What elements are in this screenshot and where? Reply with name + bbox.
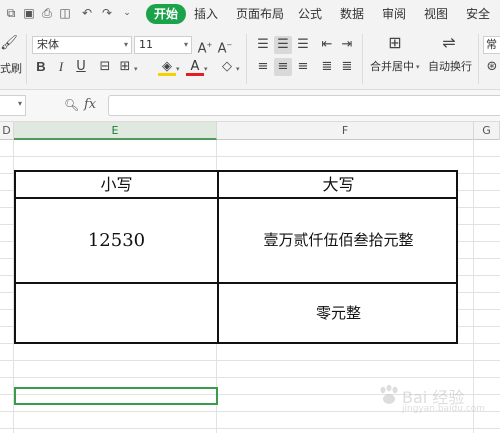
tab-page-layout[interactable]: 页面布局 bbox=[236, 6, 284, 22]
ribbon: 🖌 式刷 宋体 ▾ 11 ▾ A+ A− B I U ⊟ ⊞ ▾ ◈ ▾ A ▾… bbox=[0, 28, 500, 90]
format-painter-icon[interactable]: 🖌 bbox=[0, 34, 18, 52]
style-select[interactable]: 常 bbox=[483, 36, 500, 54]
chevron-down-icon[interactable]: ▾ bbox=[134, 65, 138, 73]
align-bottom-icon[interactable]: ☰ bbox=[294, 36, 312, 54]
tab-data[interactable]: 数据 bbox=[340, 6, 364, 22]
save-icon[interactable]: ▣ bbox=[22, 6, 36, 20]
align-right-icon[interactable]: ≡ bbox=[294, 58, 312, 76]
border-icon[interactable]: ⊞ bbox=[116, 58, 134, 76]
eraser-icon[interactable]: ◇ bbox=[218, 58, 236, 76]
header-uppercase-cell[interactable]: 大写 bbox=[219, 172, 458, 197]
font-size-value: 11 bbox=[139, 38, 153, 51]
bold-button[interactable]: B bbox=[32, 58, 50, 76]
column-header-f[interactable]: F bbox=[217, 122, 474, 140]
undo-icon[interactable]: ↶ bbox=[80, 6, 94, 20]
decrease-font-icon[interactable]: A− bbox=[216, 36, 234, 56]
print-preview-icon[interactable]: ◫ bbox=[58, 6, 72, 20]
underline-button[interactable]: U bbox=[72, 58, 90, 76]
merge-center-button[interactable]: 合并居中 bbox=[370, 60, 414, 74]
zoom-icon[interactable]: 🔍︎ bbox=[64, 98, 79, 112]
watermark-url: jingyan.baidu.com bbox=[402, 404, 486, 414]
chevron-down-icon[interactable]: ▾ bbox=[204, 65, 208, 73]
tab-insert[interactable]: 插入 bbox=[194, 6, 218, 22]
wrap-text-button[interactable]: 自动换行 bbox=[428, 60, 472, 74]
dropdown-icon[interactable]: ⌄ bbox=[120, 6, 134, 20]
amount-chinese-cell[interactable]: 壹万贰仟伍佰叁拾元整 bbox=[219, 199, 458, 282]
tab-review[interactable]: 审阅 bbox=[382, 6, 406, 22]
print-icon[interactable]: ⎙ bbox=[40, 6, 54, 20]
tab-home[interactable]: 开始 bbox=[146, 4, 187, 24]
baidu-watermark: Bai 经验 jingyan.baidu.com bbox=[378, 378, 496, 418]
font-size-select[interactable]: 11 ▾ bbox=[134, 36, 192, 54]
tab-formulas[interactable]: 公式 bbox=[298, 6, 322, 22]
amount-number-cell[interactable]: 12530 bbox=[16, 199, 217, 282]
align-top-icon[interactable]: ☰ bbox=[254, 36, 272, 54]
chevron-down-icon: ▾ bbox=[17, 99, 22, 108]
justify-icon[interactable]: ≣ bbox=[318, 58, 336, 76]
ribbon-divider bbox=[362, 34, 363, 84]
fx-icon[interactable]: fx bbox=[84, 97, 96, 112]
chevron-down-icon: ▾ bbox=[183, 40, 188, 49]
column-header-e[interactable]: E bbox=[14, 122, 217, 140]
formula-bar: ▾ 🔍︎ fx bbox=[0, 90, 500, 122]
align-middle-icon[interactable]: ☰ bbox=[274, 36, 292, 54]
menu-bar: ⧉ ▣ ⎙ ◫ ↶ ↷ ⌄ 开始 插入 页面布局 公式 数据 审阅 视图 安全 bbox=[0, 0, 500, 28]
name-box[interactable]: ▾ bbox=[0, 95, 26, 116]
empty-number-cell[interactable] bbox=[16, 284, 217, 342]
chevron-down-icon: ▾ bbox=[123, 40, 128, 49]
font-color-icon[interactable]: A bbox=[186, 58, 204, 76]
column-header-g[interactable]: G bbox=[474, 122, 500, 140]
wrap-text-icon[interactable]: ⇌ bbox=[440, 34, 458, 52]
increase-font-icon[interactable]: A+ bbox=[196, 36, 214, 56]
font-name-select[interactable]: 宋体 ▾ bbox=[32, 36, 132, 54]
column-header-bar: D E F G bbox=[0, 122, 500, 140]
chevron-down-icon[interactable]: ▾ bbox=[416, 63, 420, 71]
settings-icon[interactable]: ⊛ bbox=[483, 58, 500, 76]
fill-color-icon[interactable]: ◈ bbox=[158, 58, 176, 76]
decrease-indent-icon[interactable]: ⇤ bbox=[318, 36, 336, 54]
copy-icon[interactable]: ⧉ bbox=[4, 6, 18, 20]
font-name-value: 宋体 bbox=[37, 38, 59, 51]
merge-center-icon[interactable]: ⊞ bbox=[386, 34, 404, 52]
chevron-down-icon[interactable]: ▾ bbox=[176, 65, 180, 73]
conversion-table: 小写 大写 12530 壹万贰仟伍佰叁拾元整 零元整 bbox=[14, 170, 458, 344]
distributed-icon[interactable]: ≣ bbox=[338, 58, 356, 76]
italic-button[interactable]: I bbox=[52, 58, 70, 76]
zero-chinese-cell[interactable]: 零元整 bbox=[219, 284, 458, 342]
ribbon-divider bbox=[26, 34, 27, 84]
style-value: 常 bbox=[486, 38, 497, 51]
formula-input[interactable] bbox=[108, 95, 500, 116]
strikethrough-icon[interactable]: ⊟ bbox=[96, 58, 114, 76]
chevron-down-icon[interactable]: ▾ bbox=[236, 65, 240, 73]
increase-indent-icon[interactable]: ⇥ bbox=[338, 36, 356, 54]
align-center-icon[interactable]: ≡ bbox=[274, 58, 292, 76]
tab-security[interactable]: 安全 bbox=[466, 6, 490, 22]
tab-view[interactable]: 视图 bbox=[424, 6, 448, 22]
header-lowercase-cell[interactable]: 小写 bbox=[16, 172, 217, 197]
redo-icon[interactable]: ↷ bbox=[100, 6, 114, 20]
align-left-icon[interactable]: ≡ bbox=[254, 58, 272, 76]
format-painter-label[interactable]: 式刷 bbox=[0, 62, 22, 76]
ribbon-divider bbox=[478, 34, 479, 84]
active-cell-selection[interactable] bbox=[14, 387, 218, 405]
ribbon-divider bbox=[246, 34, 247, 84]
paw-logo-icon bbox=[380, 384, 398, 404]
column-header-d[interactable]: D bbox=[0, 122, 14, 140]
